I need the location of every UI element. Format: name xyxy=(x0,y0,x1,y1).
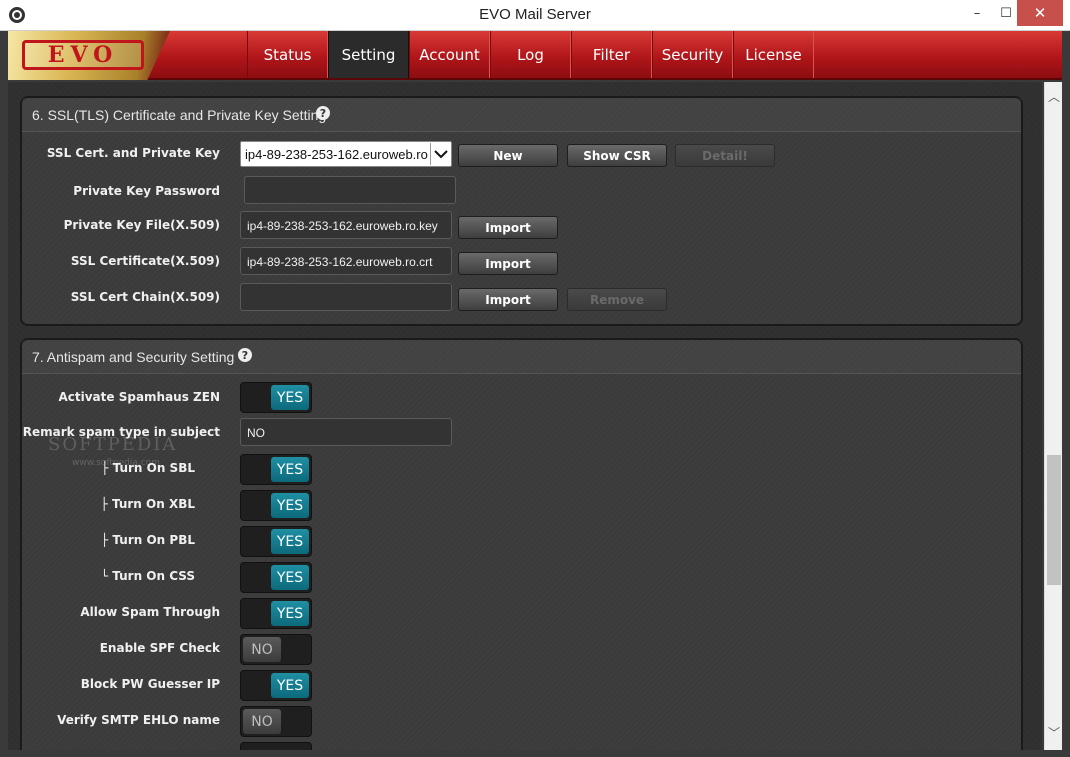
new-button[interactable]: New xyxy=(458,144,558,167)
nav-status[interactable]: Status xyxy=(247,31,328,78)
show-csr-button[interactable]: Show CSR xyxy=(567,144,667,167)
toggle-label: Verify SMTP EHLO name xyxy=(57,713,220,727)
scroll-down-icon[interactable]: ﹀ xyxy=(1045,722,1063,742)
ssl-cert-chain-input[interactable] xyxy=(240,283,452,311)
ssl-panel-header: 6. SSL(TLS) Certificate and Private Key … xyxy=(22,98,1021,132)
ssl-cert-chain-label: SSL Cert Chain(X.509) xyxy=(70,290,220,304)
app-header: EVO Status Setting Account Log Filter Se… xyxy=(8,31,1062,80)
remove-chain-button[interactable]: Remove xyxy=(567,288,667,311)
ssl-cert-select[interactable]: ip4-89-238-253-162.euroweb.ro xyxy=(240,141,452,167)
toggle-label: Block PW Guesser IP xyxy=(80,677,220,691)
toggle-label: ├ Turn On XBL xyxy=(100,497,195,511)
private-key-file-label: Private Key File(X.509) xyxy=(63,218,220,232)
close-button[interactable]: ✕ xyxy=(1017,0,1063,26)
import-key-button[interactable]: Import xyxy=(458,216,558,239)
nav-security[interactable]: Security xyxy=(652,31,733,78)
ssl-certificate-label: SSL Certificate(X.509) xyxy=(70,254,220,268)
scroll-up-icon[interactable]: ︿ xyxy=(1045,86,1063,106)
nav-account[interactable]: Account xyxy=(409,31,490,78)
nav-log[interactable]: Log xyxy=(490,31,571,78)
help-icon[interactable]: ? xyxy=(238,348,252,362)
watermark: SOFTPEDIA xyxy=(48,434,178,455)
chevron-down-icon xyxy=(430,143,450,165)
toggle-state: YES xyxy=(271,493,309,518)
vertical-scrollbar[interactable]: ︿ ﹀ xyxy=(1044,82,1062,750)
toggle-state: YES xyxy=(271,565,309,590)
window-title: EVO Mail Server xyxy=(479,6,591,23)
remark-spam-select[interactable]: NO xyxy=(240,418,452,446)
import-chain-button[interactable]: Import xyxy=(458,288,558,311)
minimize-button[interactable]: – xyxy=(962,0,992,26)
ssl-panel: 6. SSL(TLS) Certificate and Private Key … xyxy=(20,96,1023,326)
detail-button[interactable]: Detail! xyxy=(675,144,775,167)
ssl-panel-title: 6. SSL(TLS) Certificate and Private Key … xyxy=(32,107,327,123)
pbl-toggle[interactable]: YES xyxy=(240,526,312,557)
toggle-state: NO xyxy=(243,637,281,662)
css-toggle[interactable]: YES xyxy=(240,562,312,593)
private-key-password-input[interactable] xyxy=(244,176,456,204)
toggle-state: NO xyxy=(243,709,281,734)
antispam-panel-header: 7. Antispam and Security Setting ? xyxy=(22,340,1021,374)
antispam-panel: 7. Antispam and Security Setting ? Activ… xyxy=(20,338,1023,750)
nav-license[interactable]: License xyxy=(733,31,814,78)
toggle-label: ├ Turn On PBL xyxy=(101,533,195,547)
toggle-label: Allow Spam Through xyxy=(80,605,220,619)
toggle-state: YES xyxy=(271,529,309,554)
toggle-state: YES xyxy=(271,601,309,626)
title-bar: EVO Mail Server – ☐ ✕ xyxy=(0,0,1070,31)
nav-setting[interactable]: Setting xyxy=(328,31,409,78)
allow-spam-toggle[interactable]: YES xyxy=(240,598,312,629)
ssl-cert-select-value: ip4-89-238-253-162.euroweb.ro xyxy=(245,147,428,162)
import-cert-button[interactable]: Import xyxy=(458,252,558,275)
toggle-state: YES xyxy=(271,457,309,482)
help-icon[interactable]: ? xyxy=(316,106,330,120)
logo-text: EVO xyxy=(22,40,144,70)
ssl-certificate-input[interactable]: ip4-89-238-253-162.euroweb.ro.crt xyxy=(240,247,452,275)
main-nav: Status Setting Account Log Filter Securi… xyxy=(247,31,814,78)
evo-logo: EVO xyxy=(8,31,170,80)
scroll-thumb[interactable] xyxy=(1047,455,1061,585)
next-toggle[interactable] xyxy=(240,742,312,750)
spamhaus-zen-toggle[interactable]: YES xyxy=(240,382,312,413)
toggle-label: └ Turn On CSS xyxy=(100,569,195,583)
sbl-toggle[interactable]: YES xyxy=(240,454,312,485)
settings-content: 6. SSL(TLS) Certificate and Private Key … xyxy=(8,82,1042,750)
antispam-panel-title: 7. Antispam and Security Setting xyxy=(32,349,235,365)
private-key-file-input[interactable]: ip4-89-238-253-162.euroweb.ro.key xyxy=(240,211,452,239)
ssl-cert-label: SSL Cert. and Private Key xyxy=(46,146,220,160)
toggle-state: YES xyxy=(271,385,309,410)
private-key-password-label: Private Key Password xyxy=(73,184,220,198)
toggle-label: Enable SPF Check xyxy=(99,641,220,655)
nav-filter[interactable]: Filter xyxy=(571,31,652,78)
toggle-label: Activate Spamhaus ZEN xyxy=(58,390,220,404)
xbl-toggle[interactable]: YES xyxy=(240,490,312,521)
watermark-url: www.softpedia.com xyxy=(72,458,160,468)
ehlo-verify-toggle[interactable]: NO xyxy=(240,706,312,737)
spf-check-toggle[interactable]: NO xyxy=(240,634,312,665)
toggle-state: YES xyxy=(271,673,309,698)
pw-guesser-toggle[interactable]: YES xyxy=(240,670,312,701)
